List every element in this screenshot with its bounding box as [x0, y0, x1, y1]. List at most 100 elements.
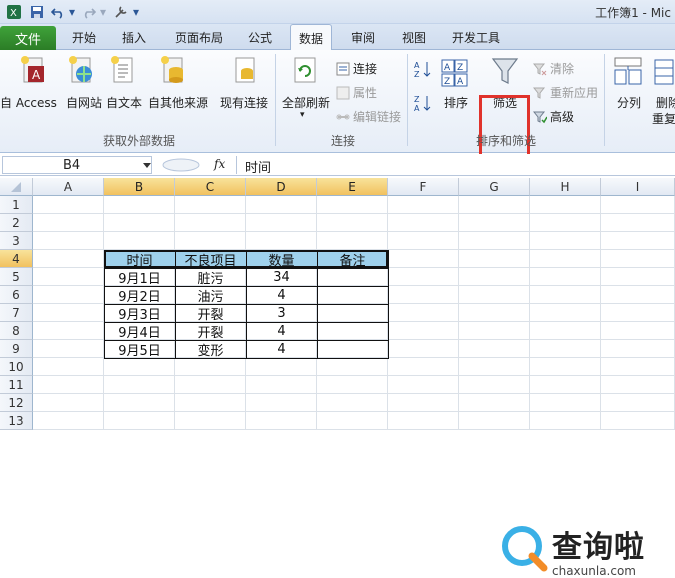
refresh-all-dropdown-icon[interactable]: ▾ — [300, 110, 305, 120]
clear-label: 清除 — [550, 62, 575, 76]
cell-border — [175, 286, 247, 305]
tab-insert[interactable]: 插入 — [122, 29, 146, 46]
cell-border — [104, 304, 176, 323]
row-header[interactable]: 10 — [0, 358, 33, 376]
group-label-get-external: 获取外部数据 — [103, 134, 176, 148]
connections-icon — [336, 62, 350, 75]
name-box[interactable]: B4 — [2, 156, 152, 174]
svg-text:A: A — [414, 61, 420, 70]
formula-input[interactable]: 时间 — [236, 156, 673, 176]
sort-ascending-icon[interactable]: AZ — [414, 60, 432, 81]
other-sources-icon[interactable] — [160, 56, 186, 91]
refresh-all-button[interactable]: 全部刷新 — [282, 94, 330, 111]
insert-function-button[interactable]: fx — [214, 157, 225, 171]
svg-text:A: A — [444, 63, 451, 73]
sort-icon[interactable]: AZZA — [441, 58, 469, 91]
filter-funnel-icon[interactable] — [491, 56, 519, 91]
svg-text:Z: Z — [444, 77, 450, 87]
clear-filter-icon — [533, 63, 547, 75]
tab-file[interactable]: 文件 — [0, 26, 56, 50]
tab-home[interactable]: 开始 — [72, 29, 96, 46]
advanced-filter-button[interactable]: 高级 — [533, 108, 574, 125]
cell-border — [246, 286, 318, 305]
reapply-label: 重新应用 — [550, 86, 599, 100]
cell-border — [246, 304, 318, 323]
refresh-all-icon[interactable] — [292, 56, 318, 91]
tab-data[interactable]: 数据 — [290, 24, 333, 51]
cell-border — [246, 340, 318, 359]
cell-border — [175, 304, 247, 323]
ribbon-tab-row: 文件 开始 插入 页面布局 公式 数据 审阅 视图 开发工具 — [0, 24, 675, 51]
connections-button[interactable]: 连接 — [336, 60, 377, 77]
row-header[interactable]: 6 — [0, 286, 33, 304]
undo-dropdown-icon[interactable]: ▾ — [67, 3, 77, 21]
row-header[interactable]: 2 — [0, 214, 33, 232]
row-header[interactable]: 1 — [0, 196, 33, 214]
web-icon[interactable] — [68, 56, 94, 91]
row-header[interactable]: 13 — [0, 412, 33, 430]
tab-page-layout[interactable]: 页面布局 — [175, 29, 223, 46]
column-header[interactable]: I — [601, 178, 675, 196]
row-header[interactable]: 5 — [0, 268, 33, 286]
cell-border — [317, 304, 389, 323]
select-all-corner[interactable] — [0, 178, 33, 196]
group-separator — [407, 54, 408, 146]
from-text-button[interactable]: 自文本 — [106, 94, 142, 111]
row-header[interactable]: 4 — [0, 250, 33, 268]
column-header[interactable]: A — [33, 178, 104, 196]
properties-button[interactable]: 属性 — [336, 84, 377, 101]
remove-duplicates-icon[interactable] — [654, 58, 674, 89]
customize-toolbar-icon[interactable]: ▾ — [131, 3, 141, 21]
save-icon[interactable] — [28, 3, 46, 21]
row-header[interactable]: 8 — [0, 322, 33, 340]
column-header[interactable]: H — [530, 178, 601, 196]
column-header[interactable]: B — [104, 178, 175, 196]
cell-border — [104, 286, 176, 305]
text-to-columns-icon[interactable] — [614, 56, 642, 89]
from-web-button[interactable]: 自网站 — [66, 94, 102, 111]
column-header[interactable]: C — [175, 178, 246, 196]
cell-border — [317, 268, 389, 287]
gridline — [33, 213, 675, 214]
sort-descending-icon[interactable]: ZA — [414, 94, 432, 115]
name-box-dropdown-icon[interactable] — [143, 163, 151, 169]
formula-bar: B4 fx 时间 — [0, 154, 675, 176]
column-header[interactable]: E — [317, 178, 388, 196]
tab-formulas[interactable]: 公式 — [248, 29, 272, 46]
svg-text:Z: Z — [414, 70, 420, 78]
tools-icon[interactable] — [112, 3, 130, 21]
column-header[interactable]: D — [246, 178, 317, 196]
select-all-icon — [11, 181, 21, 192]
access-icon[interactable]: A — [20, 56, 46, 91]
from-access-button[interactable]: 自 Access — [0, 94, 57, 111]
watermark-brand: 查询啦 — [552, 530, 645, 565]
cell-border — [175, 268, 247, 287]
row-header[interactable]: 3 — [0, 232, 33, 250]
excel-icon[interactable]: X — [4, 3, 24, 21]
column-header[interactable]: G — [459, 178, 530, 196]
row-header[interactable]: 9 — [0, 340, 33, 358]
row-header[interactable]: 12 — [0, 394, 33, 412]
properties-label: 属性 — [353, 86, 378, 100]
reapply-button[interactable]: 重新应用 — [533, 84, 598, 101]
worksheet-grid[interactable]: ABCDEFGHI 1 2 3 4 5 6 7 8 9 10 11 12 13 时间 不良项目 数量 备注 9月… — [0, 178, 675, 578]
edit-links-button[interactable]: 编辑链接 — [336, 108, 401, 125]
text-file-icon[interactable] — [110, 56, 136, 91]
redo-dropdown-icon[interactable]: ▾ — [98, 3, 108, 21]
tab-review[interactable]: 审阅 — [351, 29, 375, 46]
undo-icon[interactable] — [49, 3, 67, 21]
remove-duplicates-button[interactable]: 删除 — [656, 94, 675, 111]
row-header[interactable]: 11 — [0, 376, 33, 394]
redo-icon[interactable] — [80, 3, 98, 21]
text-to-columns-button[interactable]: 分列 — [617, 94, 641, 111]
clear-filter-button[interactable]: 清除 — [533, 60, 574, 77]
existing-connections-icon[interactable] — [232, 56, 258, 91]
from-other-sources-button[interactable]: 自其他来源 — [148, 94, 208, 111]
tab-view[interactable]: 视图 — [402, 29, 426, 46]
existing-connections-button[interactable]: 现有连接 — [220, 94, 268, 111]
formula-bar-handle-icon[interactable] — [162, 158, 200, 172]
tab-developer[interactable]: 开发工具 — [452, 29, 500, 46]
column-header[interactable]: F — [388, 178, 459, 196]
sort-button[interactable]: 排序 — [444, 94, 468, 111]
row-header[interactable]: 7 — [0, 304, 33, 322]
